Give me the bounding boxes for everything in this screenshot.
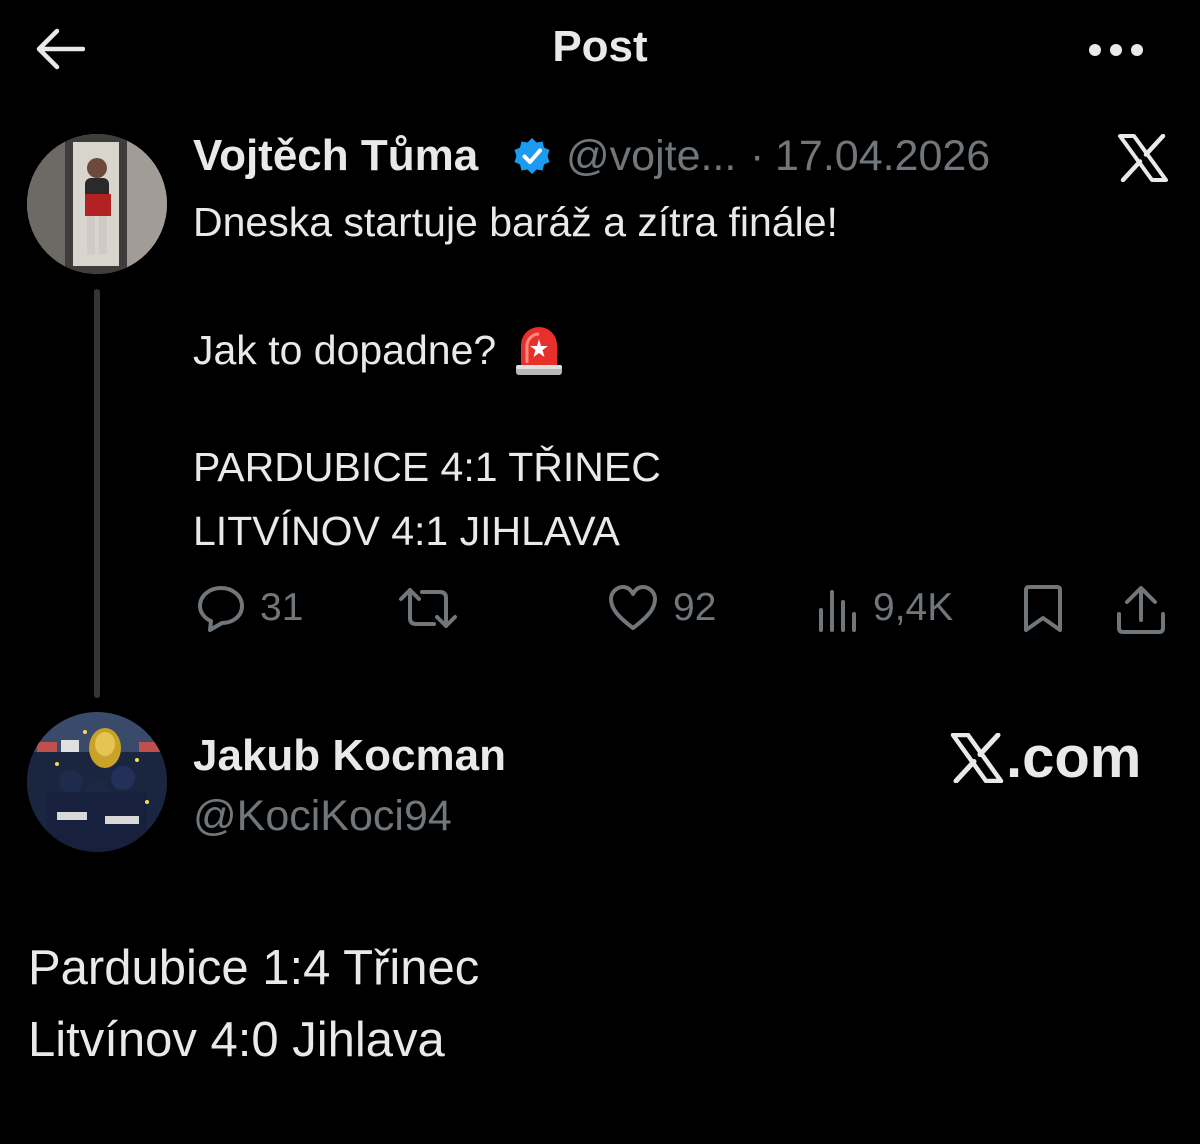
post-text-line: Dneska startuje baráž a zítra finále! bbox=[193, 199, 838, 245]
reply-text-line: Litvínov 4:0 Jihlava bbox=[28, 1013, 445, 1067]
more-horizontal-icon bbox=[1089, 44, 1143, 56]
reply-icon bbox=[198, 586, 244, 632]
watermark-text: .com bbox=[1006, 725, 1142, 790]
like-button[interactable]: 92 bbox=[607, 584, 716, 632]
heart-icon bbox=[609, 585, 657, 630]
rotating-light-siren-icon bbox=[514, 323, 564, 377]
repost-button[interactable] bbox=[398, 584, 472, 632]
verified-badge-icon bbox=[512, 136, 552, 176]
author-handle[interactable]: @vojte... bbox=[566, 132, 736, 181]
avatar-photo bbox=[27, 134, 167, 274]
page-title: Post bbox=[552, 22, 648, 71]
x-logo-icon bbox=[950, 732, 1004, 783]
post-text-line: LITVÍNOV 4:1 JIHLAVA bbox=[193, 508, 620, 554]
views-chart-icon bbox=[819, 590, 856, 632]
reply-button[interactable]: 31 bbox=[196, 584, 303, 632]
avatar[interactable] bbox=[27, 712, 167, 852]
bookmark-icon bbox=[1024, 585, 1062, 632]
thread-connector-line bbox=[94, 289, 100, 698]
share-button[interactable] bbox=[1113, 584, 1169, 636]
repost-icon bbox=[399, 588, 457, 628]
x-logo-icon bbox=[1117, 133, 1169, 183]
reply-author-handle[interactable]: @KociKoci94 bbox=[193, 792, 452, 841]
reply-count: 31 bbox=[260, 586, 304, 629]
avatar[interactable] bbox=[27, 134, 167, 274]
views-button[interactable]: 9,4K bbox=[815, 584, 953, 632]
more-options-button[interactable] bbox=[1084, 30, 1148, 70]
post-date[interactable]: 17.04.2026 bbox=[775, 132, 990, 181]
post-text-fragment: Jak to dopadne? bbox=[193, 326, 497, 373]
reply-text-line: Pardubice 1:4 Třinec bbox=[28, 941, 480, 995]
share-icon bbox=[1117, 586, 1165, 634]
reply-author-name[interactable]: Jakub Kocman bbox=[193, 731, 506, 781]
views-count: 9,4K bbox=[873, 586, 954, 629]
post-text-line: Jak to dopadne? bbox=[193, 323, 564, 377]
avatar-photo bbox=[27, 712, 167, 852]
x-com-watermark: .com bbox=[950, 724, 1141, 791]
like-count: 92 bbox=[673, 586, 717, 629]
separator-dot: · bbox=[750, 132, 765, 180]
post-text-line: PARDUBICE 4:1 TŘINEC bbox=[193, 444, 661, 490]
author-name[interactable]: Vojtěch Tůma bbox=[193, 131, 478, 181]
bookmark-button[interactable] bbox=[1020, 584, 1066, 634]
